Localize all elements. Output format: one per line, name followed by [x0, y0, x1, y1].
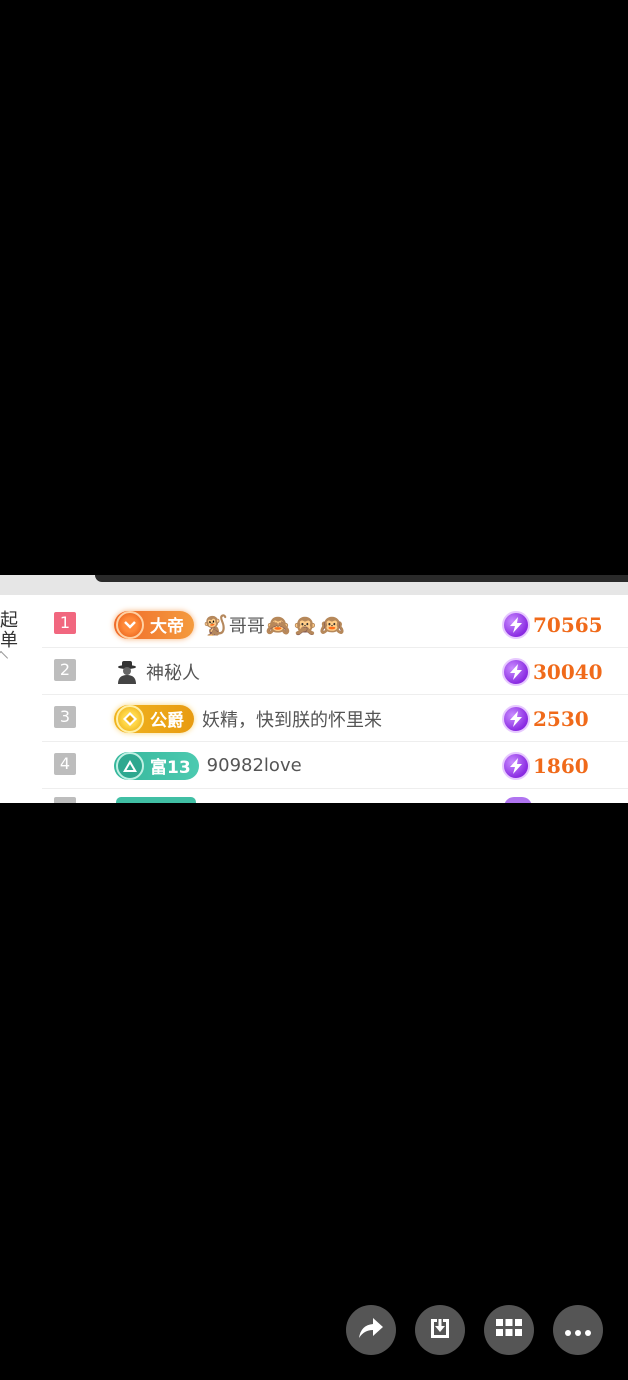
leaderboard-list: 1 大帝 🐒 哥哥 🙈 🙊 🙉 70565 2 神秘人 30040 3 公爵 妖…: [42, 601, 628, 803]
more-icon: [565, 1321, 591, 1340]
diamond-emblem-icon: [116, 704, 144, 733]
hear-no-evil-monkey-icon: 🙉: [319, 612, 345, 637]
user-info: 大帝 🐒 哥哥 🙈 🙊 🙉: [114, 601, 346, 648]
rank-number: 4: [54, 753, 76, 775]
score: 70565: [502, 601, 603, 648]
rank-number: 1: [54, 612, 76, 634]
leaderboard-row-5-partial: [42, 789, 628, 803]
grid-icon: [496, 1319, 522, 1341]
speak-no-evil-monkey-icon: 🙊: [292, 612, 318, 637]
chevron-up-icon[interactable]: [0, 650, 9, 666]
user-info: 公爵 妖精，快到朕的怀里来: [114, 695, 382, 742]
rank-badge-emperor: 大帝: [114, 610, 194, 639]
score-value: 30040: [533, 659, 603, 684]
score-value: 70565: [533, 612, 603, 637]
username: 神秘人: [146, 662, 200, 684]
image-viewer: 起 单 1 大帝 🐒 哥哥 🙈 🙊 🙉 70565 2 神秘人 30040 3 …: [0, 0, 628, 1380]
score: 30040: [502, 648, 603, 695]
see-no-evil-monkey-icon: 🙈: [265, 612, 291, 637]
leaderboard-row-3[interactable]: 3 公爵 妖精，快到朕的怀里来 2530: [42, 695, 628, 742]
monkey-emoji-icon: 🐒: [203, 612, 228, 637]
badge-label: 公爵: [150, 711, 184, 731]
username: 90982love: [206, 755, 302, 776]
score-value: 2530: [533, 706, 589, 731]
side-panel-label: 起 单: [0, 610, 18, 651]
score-value: 1860: [533, 753, 589, 778]
viewer-action-bar: [346, 1305, 603, 1355]
more-button[interactable]: [553, 1305, 603, 1355]
rank-number: 3: [54, 706, 76, 728]
rank-badge-rich: 富13: [114, 751, 199, 780]
share-arrow-icon: [358, 1316, 384, 1344]
leaderboard-row-1[interactable]: 1 大帝 🐒 哥哥 🙈 🙊 🙉 70565: [42, 601, 628, 648]
triangle-emblem-icon: [116, 751, 144, 780]
download-icon: [428, 1316, 452, 1344]
screenshot-top-bar: [0, 575, 628, 595]
user-info: 富13 90982love: [114, 742, 302, 789]
rank-number: [54, 797, 76, 803]
lightning-bolt-icon: [502, 610, 530, 639]
score: 2530: [502, 695, 589, 742]
leaderboard-row-2[interactable]: 2 神秘人 30040: [42, 648, 628, 695]
badge-label: 大帝: [150, 617, 184, 637]
lightning-bolt-icon: [502, 704, 530, 733]
score: 1860: [502, 742, 589, 789]
rank-badge-duke: 公爵: [114, 704, 194, 733]
chevron-emblem-icon: [116, 610, 144, 639]
lightning-bolt-icon: [504, 797, 532, 803]
leaderboard-screenshot: 起 单 1 大帝 🐒 哥哥 🙈 🙊 🙉 70565 2 神秘人 30040 3 …: [0, 575, 628, 803]
badge-label: 富13: [150, 758, 191, 778]
leaderboard-row-4[interactable]: 4 富13 90982love 1860: [42, 742, 628, 789]
rank-badge: [116, 797, 196, 803]
lightning-bolt-icon: [502, 657, 530, 686]
top-tab-edge: [95, 575, 628, 582]
username: 妖精，快到朕的怀里来: [202, 709, 382, 731]
anonymous-avatar-icon: [114, 659, 140, 685]
username: 哥哥: [228, 615, 265, 637]
lightning-bolt-icon: [502, 751, 530, 780]
download-button[interactable]: [415, 1305, 465, 1355]
user-info: 神秘人: [114, 648, 200, 695]
share-button[interactable]: [346, 1305, 396, 1355]
rank-number: 2: [54, 659, 76, 681]
grid-menu-button[interactable]: [484, 1305, 534, 1355]
